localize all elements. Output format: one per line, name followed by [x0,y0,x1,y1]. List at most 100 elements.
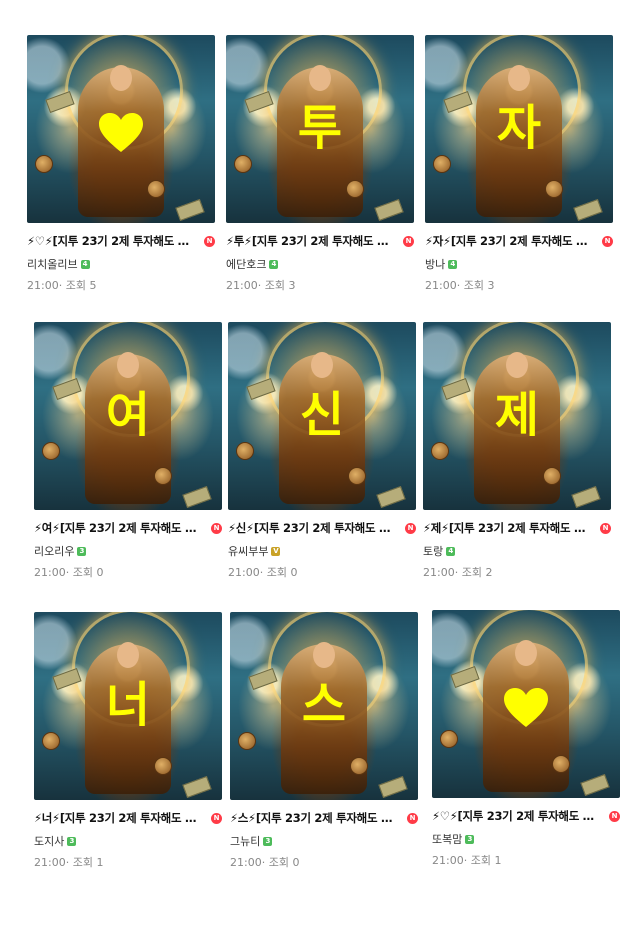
goddess-head [117,642,139,669]
new-badge: N [211,812,222,824]
coin-icon [348,467,366,485]
post-title[interactable]: ⚡너⚡[지투 23기 2제 투자해도 … [34,810,200,826]
goddess-head [117,352,139,379]
post-time: 21:00· [34,566,70,579]
post-card[interactable]: ♥ ⚡♡⚡[지투 23기 2제 투자해도 … N 리치올리브 4 21:00· … [27,35,215,293]
level-badge: V [271,546,281,556]
bill-icon [182,485,212,509]
bill-icon [573,198,603,222]
post-card[interactable]: 제 ⚡제⚡[지투 23기 2제 투자해도 … N 토랑 4 21:00· 조회 … [423,322,611,580]
author-name[interactable]: 토랑 [423,543,443,559]
level-badge: 3 [465,834,475,844]
post-meta: 21:00· 조회 2 [423,564,611,580]
coin-icon [42,442,60,460]
post-title[interactable]: ⚡제⚡[지투 23기 2제 투자해도 … [423,520,589,536]
goddess-head [311,352,333,379]
view-count: 조회 0 [72,566,104,579]
post-title[interactable]: ⚡♡⚡[지투 23기 2제 투자해도 … [27,233,193,249]
goddess-head [506,352,528,379]
bill-icon [175,198,205,222]
bill-icon [374,198,404,222]
view-count: 조회 3 [264,279,296,292]
view-count: 조회 0 [268,856,300,869]
coin-icon [350,757,368,775]
post-thumbnail[interactable]: 투 [226,35,414,223]
post-thumbnail[interactable]: 여 [34,322,222,510]
post-title[interactable]: ⚡투⚡[지투 23기 2제 투자해도 … [226,233,392,249]
post-title[interactable]: ⚡여⚡[지투 23기 2제 투자해도 … [34,520,200,536]
post-thumbnail[interactable]: 제 [423,322,611,510]
author-name[interactable]: 그뉴티 [230,833,260,849]
view-count: 조회 1 [470,854,502,867]
coin-icon [42,732,60,750]
post-title[interactable]: ⚡스⚡[지투 23기 2제 투자해도 … [230,810,396,826]
overlay-character: 제 [494,387,540,444]
coin-icon [234,155,252,173]
post-meta: 21:00· 조회 0 [228,564,416,580]
post-time: 21:00· [34,856,70,869]
post-card[interactable]: 신 ⚡신⚡[지투 23기 2제 투자해도 … N 유씨부부 V 21:00· 조… [228,322,416,580]
author-name[interactable]: 또복맘 [432,831,462,847]
level-badge: 4 [269,259,279,269]
post-meta: 21:00· 조회 3 [226,277,414,293]
coin-icon [154,467,172,485]
bill-icon [376,485,406,509]
post-time: 21:00· [423,566,459,579]
post-thumbnail[interactable]: 너 [34,612,222,800]
post-meta: 21:00· 조회 1 [34,854,222,870]
heart-icon [99,112,143,152]
post-card[interactable]: ♥ ⚡♡⚡[지투 23기 2제 투자해도 … N 또복맘 3 21:00· 조회… [432,610,620,868]
post-card[interactable]: 자 ⚡자⚡[지투 23기 2제 투자해도 … N 방나 4 21:00· 조회 … [425,35,613,293]
coin-icon [431,442,449,460]
view-count: 조회 1 [72,856,104,869]
new-badge: N [211,522,222,534]
post-card[interactable]: 투 ⚡투⚡[지투 23기 2제 투자해도 … N 에단호크 4 21:00· 조… [226,35,414,293]
new-badge: N [407,812,418,824]
post-title[interactable]: ⚡신⚡[지투 23기 2제 투자해도 … [228,520,394,536]
goddess-head [309,65,331,92]
post-title[interactable]: ⚡자⚡[지투 23기 2제 투자해도 … [425,233,591,249]
view-count: 조회 0 [266,566,298,579]
author-name[interactable]: 도지사 [34,833,64,849]
level-badge: 3 [77,546,87,556]
overlay-heart: ♥ [503,687,549,729]
coin-icon [440,730,458,748]
post-card[interactable]: 스 ⚡스⚡[지투 23기 2제 투자해도 … N 그뉴티 3 21:00· 조회… [230,612,418,870]
post-meta: 21:00· 조회 5 [27,277,215,293]
level-badge: 4 [448,259,458,269]
author-name[interactable]: 리치올리브 [27,256,78,272]
post-card[interactable]: 여 ⚡여⚡[지투 23기 2제 투자해도 … N 리오리우 3 21:00· 조… [34,322,222,580]
level-badge: 4 [80,259,90,269]
overlay-character: 여 [105,387,151,444]
post-time: 21:00· [432,854,468,867]
post-time: 21:00· [228,566,264,579]
post-thumbnail[interactable]: 자 [425,35,613,223]
author-name[interactable]: 리오리우 [34,543,74,559]
level-badge: 3 [67,836,77,846]
post-thumbnail[interactable]: 스 [230,612,418,800]
author-name[interactable]: 유씨부부 [228,543,268,559]
level-badge: 3 [263,836,273,846]
post-thumbnail[interactable]: ♥ [27,35,215,223]
bill-icon [571,485,601,509]
view-count: 조회 2 [461,566,493,579]
coin-icon [35,155,53,173]
post-thumbnail[interactable]: ♥ [432,610,620,798]
goddess-head [110,65,132,92]
overlay-character: 스 [301,677,347,734]
new-badge: N [609,810,620,822]
heart-icon [504,687,548,727]
post-meta: 21:00· 조회 3 [425,277,613,293]
author-name[interactable]: 방나 [425,256,445,272]
post-meta: 21:00· 조회 0 [34,564,222,580]
overlay-character: 투 [297,100,343,157]
post-thumbnail[interactable]: 신 [228,322,416,510]
view-count: 조회 3 [463,279,495,292]
new-badge: N [602,235,613,247]
author-name[interactable]: 에단호크 [226,256,266,272]
new-badge: N [405,522,416,534]
post-card[interactable]: 너 ⚡너⚡[지투 23기 2제 투자해도 … N 도지사 3 21:00· 조회… [34,612,222,870]
post-title[interactable]: ⚡♡⚡[지투 23기 2제 투자해도 … [432,808,598,824]
coin-icon [236,442,254,460]
post-meta: 21:00· 조회 0 [230,854,418,870]
